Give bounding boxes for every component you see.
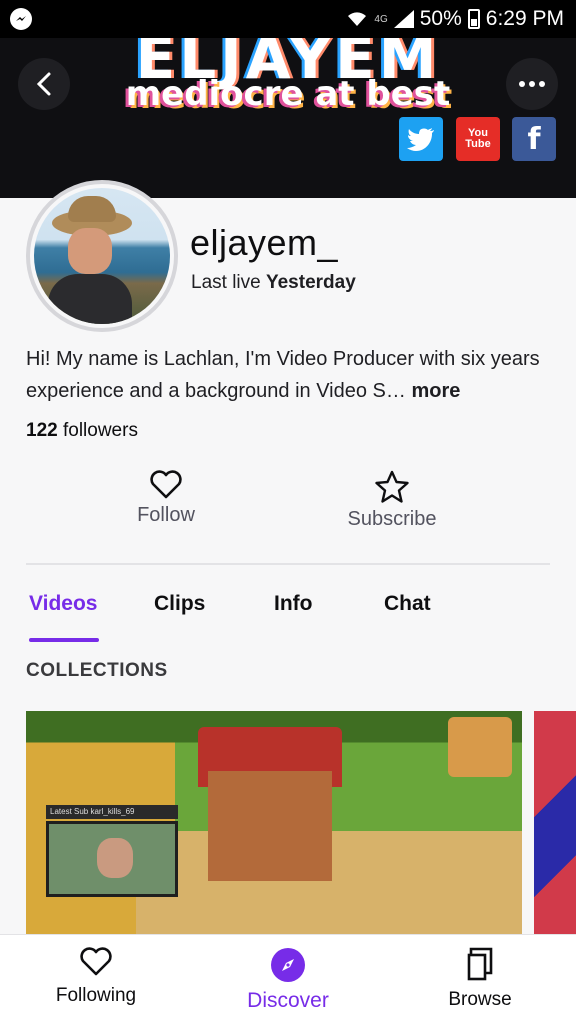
battery-percent: 50% (419, 7, 462, 30)
subscribe-button[interactable]: Subscribe (312, 470, 472, 531)
bottom-navigation: Following Discover Browse (0, 934, 576, 1024)
followers-number: 122 (26, 420, 58, 441)
signal-icon (393, 10, 414, 28)
nav-following-label: Following (55, 985, 137, 1006)
collections-heading: COLLECTIONS (26, 660, 168, 681)
channel-bio: Hi! My name is Lachlan, I'm Video Produc… (26, 343, 556, 407)
network-type: 4G (374, 13, 388, 25)
follow-label: Follow (137, 504, 195, 526)
tab-chat[interactable]: Chat (384, 592, 431, 616)
back-button[interactable] (18, 58, 70, 110)
collection-thumbnail-next[interactable] (534, 711, 576, 935)
heart-icon (80, 947, 112, 976)
tab-info[interactable]: Info (274, 592, 312, 616)
avatar-photo (34, 188, 170, 324)
tab-clips[interactable]: Clips (154, 592, 205, 616)
battery-icon (467, 9, 480, 29)
more-dots-icon (519, 81, 545, 87)
collection-thumbnail[interactable]: Latest Sub karl_kills_69 (26, 711, 522, 935)
channel-username: eljayem_ (190, 222, 339, 263)
follow-button[interactable]: Follow (86, 470, 246, 527)
active-tab-indicator (29, 638, 99, 642)
youtube-label-bottom: Tube (465, 138, 491, 150)
heart-outline-icon (150, 470, 182, 499)
bio-more-link[interactable]: more (411, 380, 460, 402)
twitter-icon (407, 128, 434, 151)
twitter-link[interactable] (399, 117, 443, 161)
last-live-value: Yesterday (265, 272, 356, 293)
more-options-button[interactable] (506, 58, 558, 110)
status-bar: 4G 50% 6:29 PM (0, 0, 576, 38)
messenger-icon (10, 8, 32, 30)
followers-count: 122 followers (26, 420, 138, 442)
facebook-link[interactable]: f (512, 117, 556, 161)
webcam-overlay (46, 821, 178, 897)
youtube-link[interactable]: You Tube (456, 117, 500, 161)
followers-label: followers (62, 420, 138, 441)
tab-videos[interactable]: Videos (29, 592, 97, 616)
status-icons: 4G 50% 6:29 PM (346, 0, 564, 38)
last-live-status: Last live Yesterday (191, 272, 356, 294)
latest-sub-label: Latest Sub karl_kills_69 (46, 805, 178, 819)
clock: 6:29 PM (485, 7, 564, 30)
game-hud (448, 717, 512, 777)
subscribe-label: Subscribe (347, 508, 437, 530)
nav-browse[interactable]: Browse (400, 947, 560, 1011)
star-outline-icon (375, 470, 409, 503)
nav-following[interactable]: Following (16, 947, 176, 1007)
nav-discover-label: Discover (247, 989, 329, 1012)
copy-icon (467, 947, 493, 981)
section-divider (26, 563, 550, 565)
channel-banner: ELJAYEM mediocre at best You Tube f (0, 38, 576, 198)
chevron-left-icon (36, 72, 51, 96)
bio-text: Hi! My name is Lachlan, I'm Video Produc… (26, 348, 540, 402)
nav-browse-label: Browse (448, 989, 512, 1010)
facebook-icon: f (527, 121, 541, 157)
compass-icon (271, 948, 305, 982)
nav-discover[interactable]: Discover (208, 947, 368, 1013)
avatar[interactable] (26, 180, 178, 332)
banner-subtitle: mediocre at best (125, 74, 451, 114)
wifi-icon (348, 12, 367, 26)
last-live-prefix: Last live (191, 272, 261, 293)
